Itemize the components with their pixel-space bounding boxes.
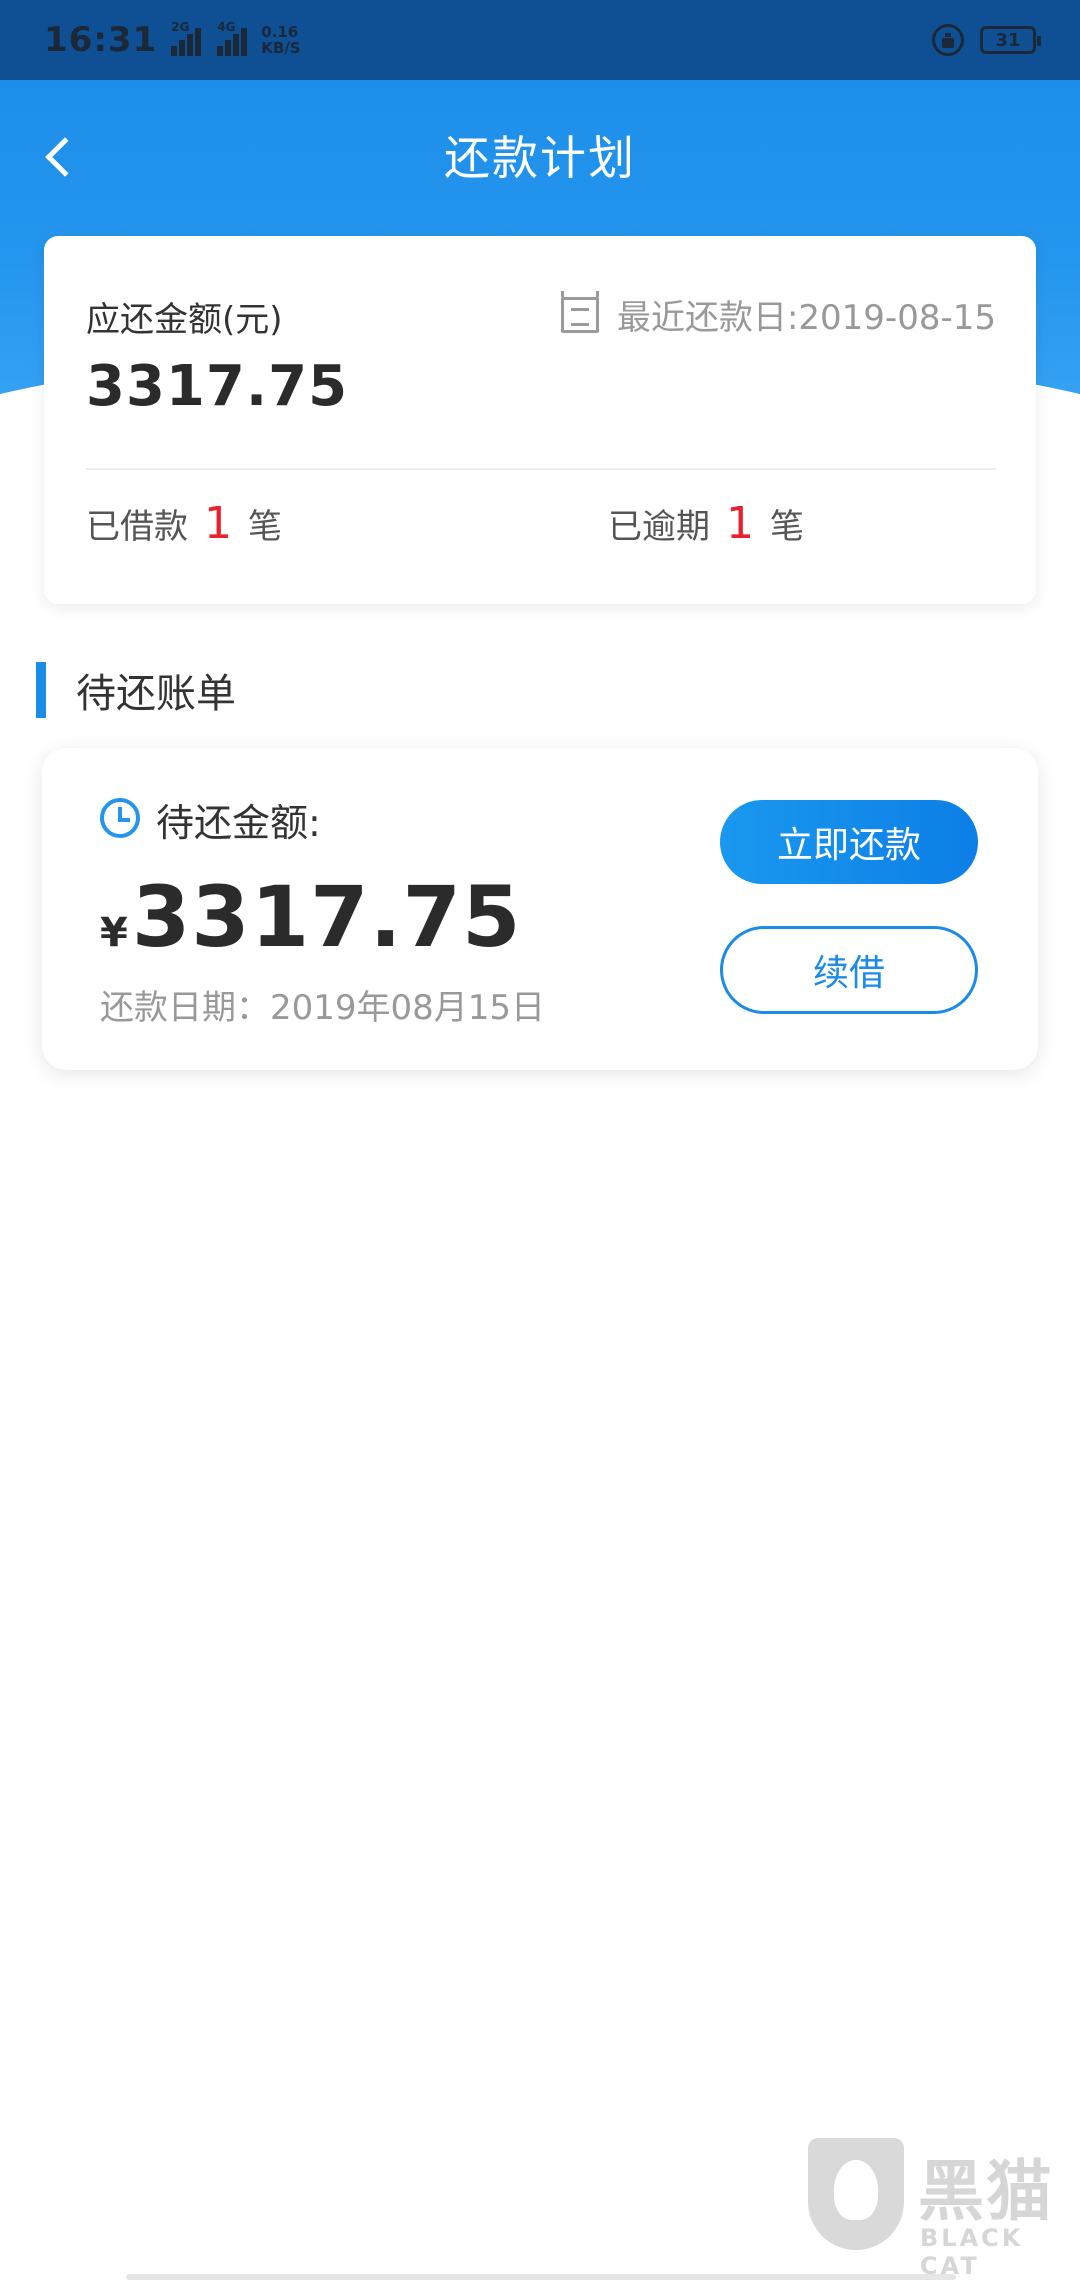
calendar-icon [560,290,599,333]
clock-icon [100,798,140,838]
overdue-count: 1 [726,498,754,549]
recent-repay-date-text: 最近还款日:2019-08-15 [616,298,996,338]
overdue-count-stat: 已逾期 1 笔 [608,498,804,549]
repay-now-button[interactable]: 立即还款 [720,800,978,884]
section-title: 待还账单 [76,671,236,717]
signal-network-label: 4G [217,20,236,34]
watermark-subtitle: BLACK CAT [920,2224,1024,2280]
repay-date: 还款日期：2019年08月15日 [100,988,546,1028]
summary-card: 应还金额(元) 3317.75 最近还款日:2019-08-15 已借款 1 笔… [44,236,1036,604]
signal-icon: 4G [217,20,249,56]
network-speed-unit: KB/S [261,39,301,57]
recent-repay-date: 最近还款日:2019-08-15 [560,290,996,339]
title-bar: 还款计划 [0,80,1080,230]
divider [86,468,996,470]
borrowed-label: 已借款 [86,507,188,547]
status-time: 16:31 [44,20,158,60]
status-bar: 16:31 2G 4G 0.16 KB/S 31 [0,0,1080,80]
bill-card: 待还金额: ¥ 3317.75 还款日期：2019年08月15日 立即还款 续借 [42,748,1038,1070]
page: 16:31 2G 4G 0.16 KB/S 31 还款计划 应还金额(元) 33… [0,0,1080,2280]
due-amount: 3317.75 [86,354,349,419]
overdue-unit: 笔 [770,507,804,547]
currency-symbol: ¥ [100,910,128,956]
network-speed: 0.16 KB/S [261,24,300,56]
cat-shield-icon [808,2138,904,2250]
overdue-label: 已逾期 [608,507,710,547]
pending-amount-label: 待还金额: [156,801,321,845]
signal-network-label: 2G [171,20,190,34]
borrowed-count: 1 [204,498,232,549]
back-button[interactable] [30,122,90,192]
battery-icon: 31 [980,26,1041,54]
borrowed-count-stat: 已借款 1 笔 [86,498,282,549]
signal-icon: 2G [171,20,203,56]
borrowed-unit: 笔 [248,507,282,547]
chevron-left-icon [45,137,85,177]
due-amount-label: 应还金额(元) [86,300,283,340]
status-right: 31 [932,24,1041,56]
section-accent-bar [36,662,46,718]
section-header: 待还账单 [36,662,236,718]
renew-button[interactable]: 续借 [720,926,978,1014]
rotation-lock-icon [932,24,964,56]
page-title: 还款计划 [444,131,636,185]
pending-amount-value: 3317.75 [131,868,522,966]
watermark-title: 黑猫 [918,2153,1054,2230]
pending-amount: ¥ 3317.75 [100,868,521,966]
watermark-logo: 黑猫 BLACK CAT [800,2130,1080,2280]
home-indicator [126,2274,956,2280]
